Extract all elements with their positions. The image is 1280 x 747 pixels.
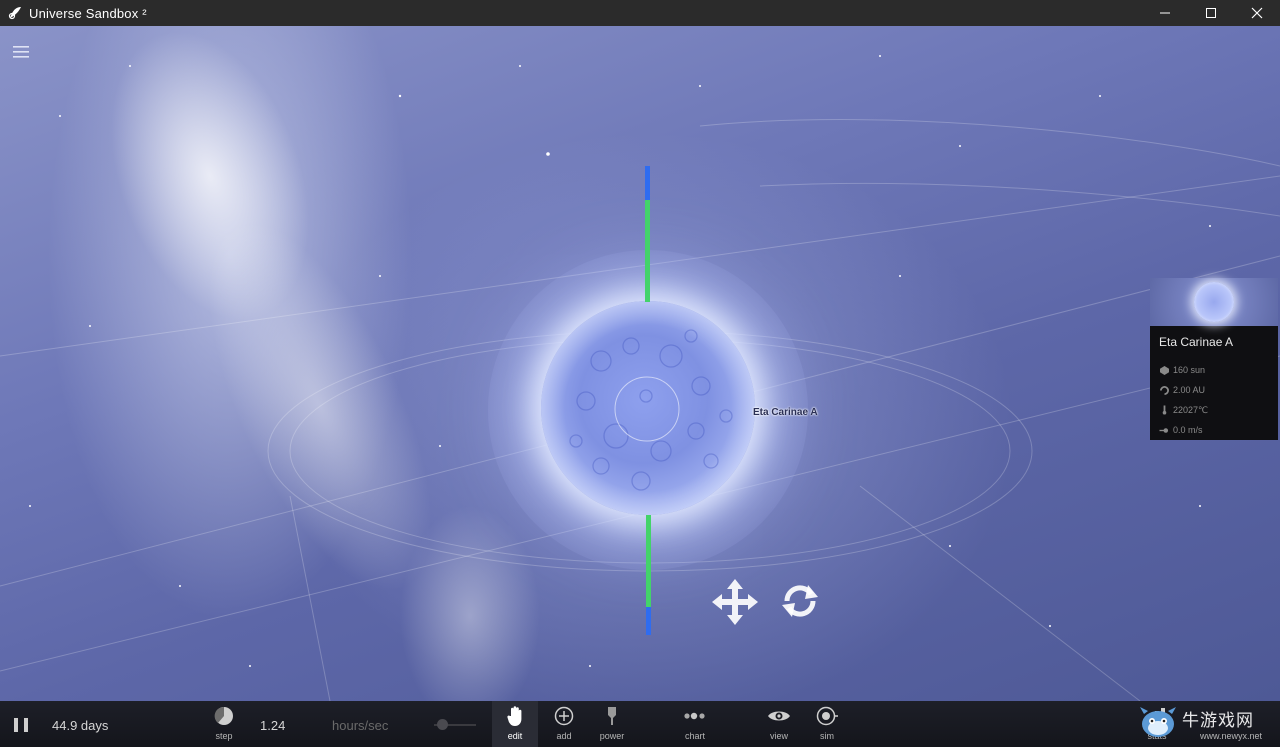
- rotate-gizmo-button[interactable]: [778, 579, 822, 623]
- hamburger-menu-button[interactable]: [12, 44, 32, 60]
- tool-add[interactable]: add: [548, 701, 580, 747]
- close-icon: [1251, 7, 1263, 19]
- step-button[interactable]: step: [208, 701, 240, 747]
- mass-icon: [1159, 365, 1169, 375]
- hamburger-menu-icon: [13, 46, 29, 58]
- watermark-mascot-icon: [1140, 707, 1176, 737]
- close-button[interactable]: [1234, 0, 1280, 26]
- watermark-url: www.newyx.net: [1200, 731, 1263, 741]
- object-info-card[interactable]: Eta Carinae A 160 sun 2.00 AU 22027℃ 0.0…: [1150, 278, 1278, 440]
- window-title: Universe Sandbox ²: [29, 5, 147, 21]
- spin-axis-south: [646, 515, 651, 607]
- rotate-icon: [782, 585, 818, 617]
- velocity-icon: [1159, 425, 1169, 435]
- step-clock-icon: [214, 706, 233, 725]
- tool-chart[interactable]: chart: [679, 701, 711, 747]
- orbit-icon: [1159, 385, 1169, 395]
- tool-power[interactable]: power: [596, 701, 628, 747]
- app-logo-icon: [7, 5, 23, 21]
- speed-unit[interactable]: hours/sec: [332, 718, 388, 733]
- info-row-orbit: 2.00 AU: [1150, 380, 1278, 400]
- pause-icon: [14, 718, 18, 732]
- info-row-velocity: 0.0 m/s: [1150, 420, 1278, 440]
- maximize-button[interactable]: [1188, 0, 1234, 26]
- tool-edit[interactable]: edit: [492, 701, 538, 747]
- watermark-title: 牛游戏网: [1182, 711, 1254, 731]
- speed-slider-knob[interactable]: [437, 719, 448, 730]
- tool-view[interactable]: view: [763, 701, 795, 747]
- title-bar: Universe Sandbox ²: [0, 0, 1280, 26]
- spin-axis-south-tip: [646, 607, 651, 635]
- object-name: Eta Carinae A: [1159, 335, 1234, 349]
- minimize-button[interactable]: [1142, 0, 1188, 26]
- pause-button[interactable]: [14, 718, 28, 732]
- simulation-viewport[interactable]: Eta Carinae A Eta Carinae A 160 sun 2.00…: [0, 26, 1280, 701]
- info-row-mass: 160 sun: [1150, 360, 1278, 380]
- info-row-temperature: 22027℃: [1150, 400, 1278, 420]
- maximize-icon: [1206, 8, 1216, 18]
- spin-axis-north: [645, 200, 650, 302]
- chart-dots-icon: [684, 712, 705, 720]
- power-icon: [608, 707, 616, 725]
- minimize-icon: [1160, 12, 1170, 14]
- spin-axis-north-tip: [645, 166, 650, 200]
- move-arrows-icon: [712, 579, 758, 625]
- sim-target-icon: [816, 706, 838, 726]
- eye-icon: [768, 711, 790, 721]
- thermometer-icon: [1159, 405, 1169, 415]
- speed-value[interactable]: 1.24: [260, 718, 285, 733]
- site-watermark: 牛游戏网 www.newyx.net: [1138, 701, 1280, 747]
- plus-circle-icon: [554, 706, 574, 726]
- object-thumbnail: [1150, 278, 1278, 326]
- selected-body-label[interactable]: Eta Carinae A: [753, 407, 818, 418]
- move-gizmo-button[interactable]: [712, 579, 758, 625]
- star-surface-texture: [569, 329, 733, 491]
- tool-sim[interactable]: sim: [811, 701, 843, 747]
- hand-icon: [507, 706, 522, 726]
- bottom-toolbar: 44.9 days step 1.24 hours/sec edit add p…: [0, 701, 1280, 747]
- elapsed-time: 44.9 days: [52, 718, 109, 733]
